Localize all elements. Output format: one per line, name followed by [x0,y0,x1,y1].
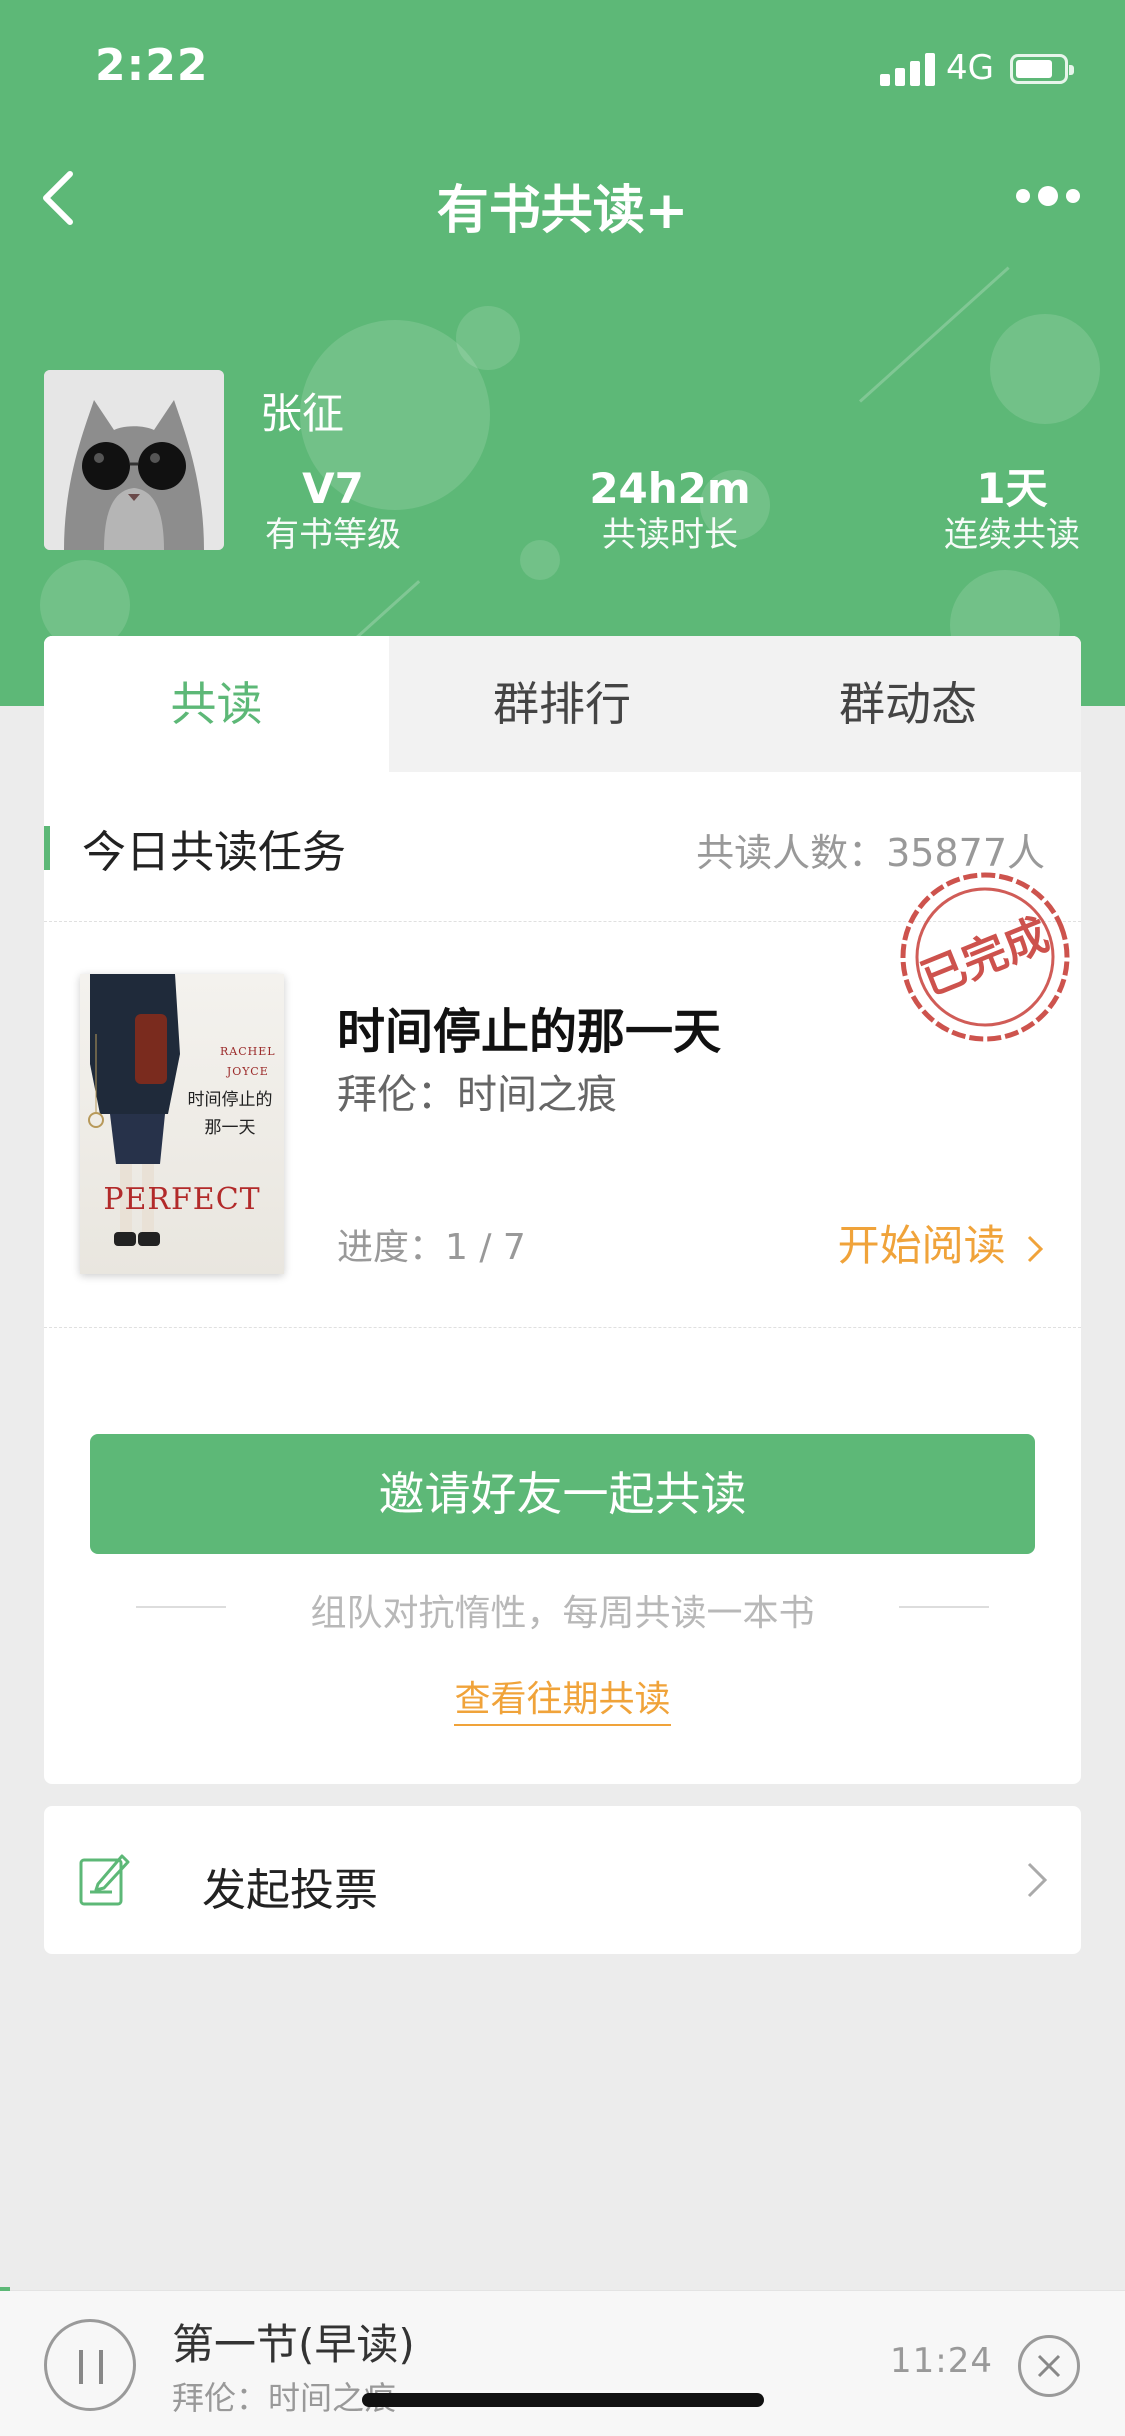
book-title: 时间停止的那一天 [337,1004,722,1060]
close-player-button[interactable] [1018,2335,1080,2397]
avatar[interactable] [44,370,224,550]
cover-english-title: PERFECT [103,1182,261,1217]
tab-group-ranking[interactable]: 群排行 [389,636,735,772]
reading-progress: 进度：1 / 7 [337,1227,526,1268]
player-time: 11:24 [890,2341,993,2381]
more-icon[interactable] [1010,176,1090,216]
tab-co-read[interactable]: 共读 [44,636,389,772]
nav-bar: 有书共读+ [0,132,1125,264]
chevron-right-icon [1027,1235,1044,1262]
audio-mini-player: 第一节(早读) 拜伦：时间之痕 11:24 [0,2287,1125,2436]
status-bar: 2:22 4G [0,0,1125,132]
stat-value: 1天 [976,464,1048,513]
stat-label: 连续共读 [944,515,1080,555]
book-item[interactable]: RACHEL JOYCE 时间停止的那一天 PERFECT 时间停止的那一天 拜… [44,922,1081,1328]
invite-friends-button[interactable]: 邀请好友一起共读 [90,1434,1035,1554]
task-header: 今日共读任务 共读人数：35877人 [44,772,1081,922]
stat-value: V7 [302,464,364,513]
stat-value: 24h2m [589,464,751,513]
slogan-text: 组队对抗惰性，每周共读一本书 [310,1593,815,1634]
cover-author-first: RACHEL [220,1045,276,1058]
pause-button[interactable] [44,2319,136,2411]
task-title: 今日共读任务 [82,827,346,878]
signal-icon [880,52,936,86]
start-vote-label: 发起投票 [202,1865,378,1916]
battery-icon [1010,54,1074,84]
stat-label: 有书等级 [265,515,401,555]
tab-group-feed[interactable]: 群动态 [735,636,1081,772]
page-title: 有书共读+ [436,181,689,241]
stat-streak: 1天 连续共读 [922,465,1102,557]
past-readings-link[interactable]: 查看往期共读 [454,1679,671,1726]
start-reading-link[interactable]: 开始阅读 [838,1212,1045,1273]
reading-card: 共读 群排行 群动态 今日共读任务 共读人数：35877人 RACHEL JOY… [44,636,1081,1784]
player-progress-bar [0,2287,10,2291]
cover-author-last: JOYCE [226,1065,269,1078]
book-cover[interactable]: RACHEL JOYCE 时间停止的那一天 PERFECT [80,974,284,1274]
reader-count: 共读人数：35877人 [696,831,1045,875]
user-name: 张征 [260,389,345,438]
history-link-row: 查看往期共读 [44,1670,1081,1726]
close-icon [1037,2354,1061,2378]
book-subtitle: 拜伦：时间之痕 [337,1072,617,1118]
profile-section: 张征 V7 有书等级 24h2m 共读时长 1天 连续共读 [0,360,1125,590]
tab-bar: 共读 群排行 群动态 [44,636,1081,772]
stat-label: 共读时长 [602,515,738,555]
player-title: 第一节(早读) [172,2320,415,2369]
cover-author: RACHEL JOYCE [220,1042,276,1082]
slogan-row: 组队对抗惰性，每周共读一本书 [44,1576,1081,1636]
stat-level: V7 有书等级 [248,465,418,557]
chevron-right-icon [1027,1862,1048,1898]
start-reading-label: 开始阅读 [837,1221,1006,1270]
divider [899,1606,989,1608]
network-type: 4G [946,48,994,88]
status-time: 2:22 [95,40,209,91]
cover-title: 时间停止的那一天 [187,1090,273,1138]
start-vote-row[interactable]: 发起投票 [44,1806,1081,1954]
edit-note-icon [79,1854,130,1906]
stat-read-time: 24h2m 共读时长 [560,465,780,557]
home-indicator [362,2393,764,2407]
section-marker [44,826,50,870]
